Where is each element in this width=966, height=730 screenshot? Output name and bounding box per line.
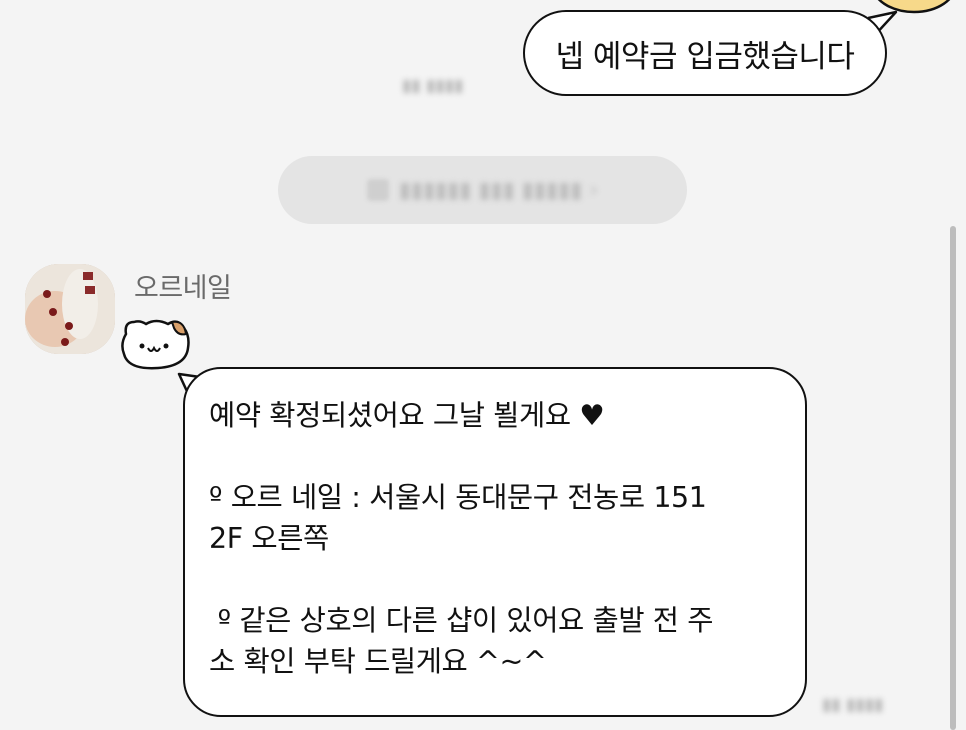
message-line: 소 확인 부탁 드릴게요 ^~^ [209, 645, 547, 678]
blurred-timestamp: ▮▮ ▮▮▮▮ [402, 76, 464, 96]
sender-name: 오르네일 [134, 273, 232, 304]
cat-emoticon-icon [121, 319, 190, 370]
blurred-timestamp-bottom: ▮▮ ▮▮▮▮ [822, 695, 884, 715]
message-line: 2F 오른쪽 [209, 522, 329, 555]
outgoing-message-text: 넵 예약금 입금했습니다 [555, 38, 855, 75]
message-line: º 오르 네일 : 서울시 동대문구 전농로 151 [209, 481, 707, 514]
message-line: 예약 확정되셨어요 그날 뵐게요 ♥ [209, 399, 605, 432]
outgoing-message-bubble[interactable]: 넵 예약금 입금했습니다 [523, 10, 887, 96]
incoming-message-bubble[interactable]: 예약 확정되셨어요 그날 뵐게요 ♥ º 오르 네일 : 서울시 동대문구 전농… [183, 367, 807, 717]
blurred-notice-text: ▮▮▮▮▮▮ ▮▮▮ ▮▮▮▮▮ › [398, 177, 599, 203]
avatar[interactable] [25, 264, 115, 354]
message-line: º 같은 상호의 다른 샵이 있어요 출발 전 주 [209, 604, 714, 637]
avatar-image [25, 264, 115, 354]
blurred-notice-icon [366, 179, 389, 201]
blurred-system-notice: ▮▮▮▮▮▮ ▮▮▮ ▮▮▮▮▮ › [278, 156, 687, 224]
scrollbar[interactable] [950, 226, 956, 730]
